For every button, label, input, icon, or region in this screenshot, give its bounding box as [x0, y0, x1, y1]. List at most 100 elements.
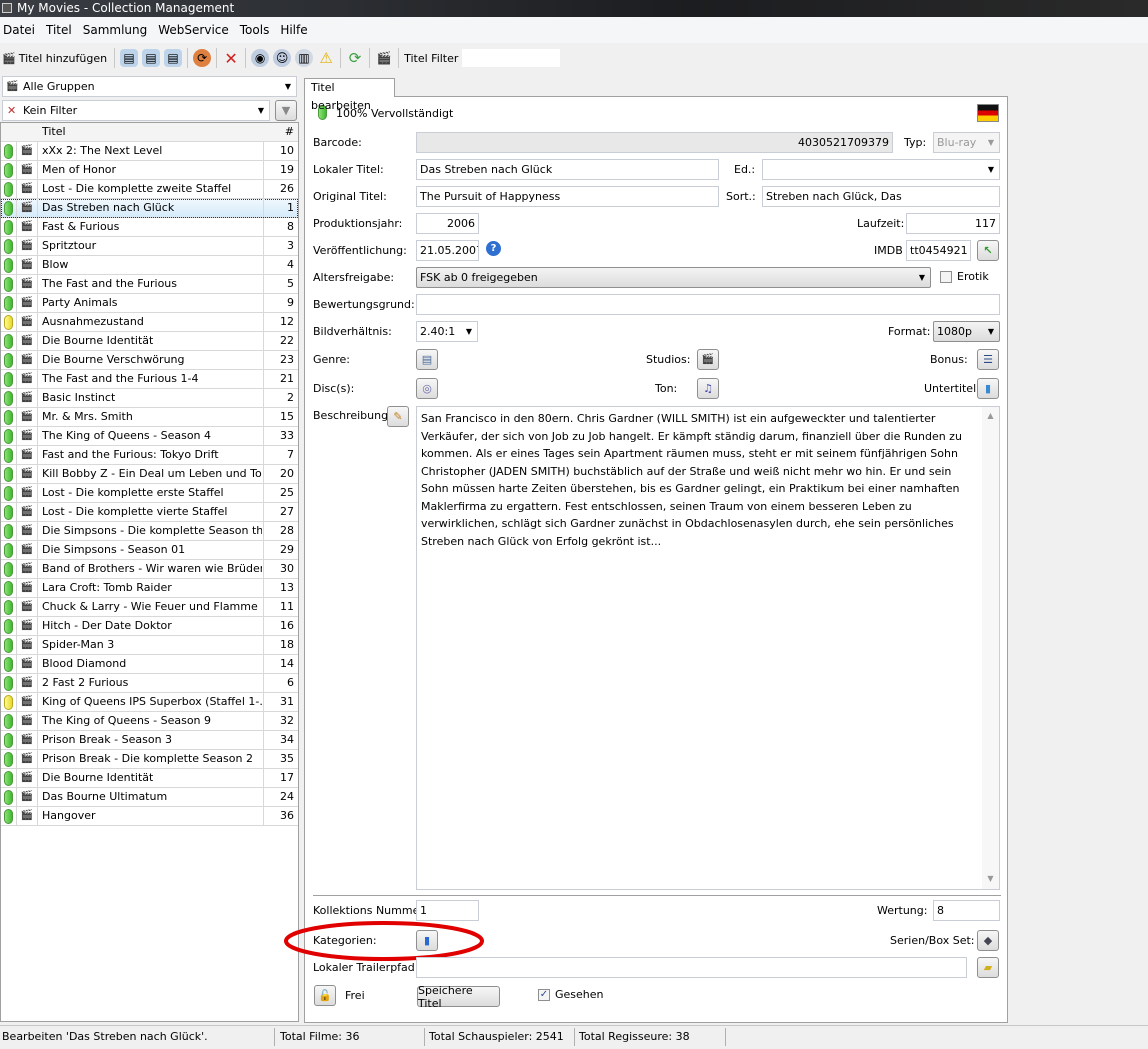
rating-reason-field[interactable] — [416, 294, 1000, 315]
disc-icon[interactable]: ◉ — [251, 49, 270, 67]
format-combo[interactable]: 1080p ▼ — [933, 321, 1000, 342]
document-icon[interactable]: ▤ — [120, 49, 139, 67]
list-item[interactable]: 🎬 Lost - Die komplette vierte Staffel 27 — [1, 503, 298, 522]
list-item[interactable]: 🎬 Lara Croft: Tomb Raider 13 — [1, 579, 298, 598]
audio-button[interactable]: ♫ — [697, 378, 719, 399]
list-item[interactable]: 🎬 Die Bourne Identität 17 — [1, 769, 298, 788]
release-date-field[interactable]: 21.05.2007 — [416, 240, 479, 261]
list-item[interactable]: 🎬 Die Simpsons - Die komplette Season thr… — [1, 522, 298, 541]
list-item[interactable]: 🎬 Lost - Die komplette zweite Staffel 26 — [1, 180, 298, 199]
list-item[interactable]: 🎬 Hangover 36 — [1, 807, 298, 826]
sync-icon[interactable]: ⟳ — [346, 49, 364, 67]
description-scrollbar[interactable]: ▲ ▼ — [982, 407, 999, 889]
erotik-checkbox[interactable] — [940, 271, 952, 283]
list-item[interactable]: 🎬 Lost - Die komplette erste Staffel 25 — [1, 484, 298, 503]
save-title-button[interactable]: Speichere Titel — [417, 984, 500, 1010]
list-item[interactable]: 🎬 Spritztour 3 — [1, 237, 298, 256]
list-item[interactable]: 🎬 Die Simpsons - Season 01 29 — [1, 541, 298, 560]
list-item[interactable]: 🎬 Blow 4 — [1, 256, 298, 275]
discs-button[interactable]: ◎ — [416, 378, 438, 399]
genre-button[interactable]: ▤ — [416, 349, 438, 370]
age-rating-combo[interactable]: FSK ab 0 freigegeben ▼ — [416, 267, 931, 288]
list-item-title: Blow — [42, 258, 69, 271]
sort-title-field[interactable]: Streben nach Glück, Das — [762, 186, 1000, 207]
barcode-field[interactable]: 4030521709379 — [416, 132, 893, 153]
lock-button[interactable]: 🔓 — [314, 985, 336, 1006]
list-item[interactable]: 🎬 The King of Queens - Season 4 33 — [1, 427, 298, 446]
list-item[interactable]: 🎬 Blood Diamond 14 — [1, 655, 298, 674]
help-icon[interactable]: ? — [486, 241, 501, 256]
list-item[interactable]: 🎬 Basic Instinct 2 — [1, 389, 298, 408]
add-title-button[interactable]: 🎬 Titel hinzufügen — [0, 52, 111, 65]
imdb-field[interactable]: tt0454921 — [906, 240, 971, 261]
local-title-field[interactable]: Das Streben nach Glück — [416, 159, 719, 180]
list-item[interactable]: 🎬 Hitch - Der Date Doktor 16 — [1, 617, 298, 636]
studios-button[interactable]: 🎬 — [697, 349, 719, 370]
menu-hilfe[interactable]: Hilfe — [277, 23, 313, 37]
list-item[interactable]: 🎬 Das Streben nach Glück 1 — [1, 199, 298, 218]
list-item[interactable]: 🎬 Mr. & Mrs. Smith 15 — [1, 408, 298, 427]
original-title-field[interactable]: The Pursuit of Happyness — [416, 186, 719, 207]
boxset-button[interactable]: ◆ — [977, 930, 999, 951]
list-item[interactable]: 🎬 Party Animals 9 — [1, 294, 298, 313]
list-item[interactable]: 🎬 Prison Break - Season 3 34 — [1, 731, 298, 750]
tab-titel-bearbeiten[interactable]: Titel bearbeiten — [304, 78, 395, 112]
list-item[interactable]: 🎬 Chuck & Larry - Wie Feuer und Flamme 11 — [1, 598, 298, 617]
runtime-field[interactable]: 117 — [906, 213, 1000, 234]
edition-combo[interactable]: ▼ — [762, 159, 1000, 180]
print-icon[interactable]: ▥ — [295, 49, 314, 67]
filter-button[interactable]: ▼ — [275, 100, 297, 121]
typ-combo[interactable]: Blu-ray ▼ — [933, 132, 1000, 153]
clapper-edit-icon[interactable]: 🎬 — [375, 49, 393, 67]
list-item[interactable]: 🎬 Das Bourne Ultimatum 24 — [1, 788, 298, 807]
bonus-button[interactable]: ☰ — [977, 349, 999, 370]
title-list[interactable]: Titel # 🎬 xXx 2: The Next Level 10 🎬 Men of H… — [0, 122, 299, 1022]
list-item[interactable]: 🎬 Die Bourne Identität 22 — [1, 332, 298, 351]
menu-webservice[interactable]: WebService — [155, 23, 235, 37]
list-item[interactable]: 🎬 King of Queens IPS Superbox (Staffel 1-… — [1, 693, 298, 712]
list-item[interactable]: 🎬 xXx 2: The Next Level 10 — [1, 142, 298, 161]
list-item[interactable]: 🎬 Prison Break - Die komplette Season 2 35 — [1, 750, 298, 769]
clapper-icon: 🎬 — [17, 161, 38, 179]
menu-titel[interactable]: Titel — [43, 23, 78, 37]
list-item[interactable]: 🎬 Die Bourne Verschwörung 23 — [1, 351, 298, 370]
scroll-up-icon[interactable]: ▲ — [982, 407, 999, 425]
group-combo[interactable]: 🎬 Alle Gruppen ▼ — [2, 76, 297, 97]
trailer-path-field[interactable] — [416, 957, 967, 978]
document-copy-icon[interactable]: ▤ — [164, 49, 183, 67]
seen-checkbox[interactable]: ✓ — [538, 989, 550, 1001]
list-item[interactable]: 🎬 2 Fast 2 Furious 6 — [1, 674, 298, 693]
menu-sammlung[interactable]: Sammlung — [80, 23, 154, 37]
filter-combo[interactable]: ✕ Kein Filter ▼ — [2, 100, 270, 121]
column-header-number[interactable]: # — [263, 123, 297, 141]
list-item[interactable]: 🎬 The Fast and the Furious 1-4 21 — [1, 370, 298, 389]
score-field[interactable]: 8 — [933, 900, 1000, 921]
german-flag-icon[interactable] — [977, 104, 999, 122]
title-filter-input[interactable] — [462, 49, 561, 67]
refresh-web-icon[interactable]: ⟳ — [193, 49, 212, 67]
warning-icon[interactable]: ⚠ — [317, 49, 335, 67]
subtitles-button[interactable]: ▮ — [977, 378, 999, 399]
column-header-title[interactable]: Titel — [42, 123, 262, 141]
list-item[interactable]: 🎬 Spider-Man 3 18 — [1, 636, 298, 655]
person-icon[interactable]: ☺ — [273, 49, 292, 67]
scroll-down-icon[interactable]: ▼ — [982, 870, 999, 888]
list-item[interactable]: 🎬 The Fast and the Furious 5 — [1, 275, 298, 294]
list-item[interactable]: 🎬 Fast & Furious 8 — [1, 218, 298, 237]
document-edit-icon[interactable]: ▤ — [142, 49, 161, 67]
list-item[interactable]: 🎬 Band of Brothers - Wir waren wie Brüder… — [1, 560, 298, 579]
list-item[interactable]: 🎬 Kill Bobby Z - Ein Deal um Leben und To… — [1, 465, 298, 484]
list-item[interactable]: 🎬 Men of Honor 19 — [1, 161, 298, 180]
delete-icon[interactable]: ✕ — [222, 49, 240, 68]
aspect-ratio-combo[interactable]: 2.40:1 ▼ — [416, 321, 478, 342]
menu-datei[interactable]: Datei — [0, 23, 41, 37]
description-edit-button[interactable]: ✎ — [387, 406, 409, 427]
description-textarea[interactable]: San Francisco in den 80ern. Chris Gardne… — [416, 406, 1000, 890]
menu-tools[interactable]: Tools — [237, 23, 276, 37]
list-item[interactable]: 🎬 Ausnahmezustand 12 — [1, 313, 298, 332]
production-year-field[interactable]: 2006 — [416, 213, 479, 234]
browse-folder-button[interactable]: ▰ — [977, 957, 999, 978]
list-item[interactable]: 🎬 Fast and the Furious: Tokyo Drift 7 — [1, 446, 298, 465]
imdb-open-button[interactable]: ↖ — [977, 240, 999, 261]
list-item[interactable]: 🎬 The King of Queens - Season 9 32 — [1, 712, 298, 731]
